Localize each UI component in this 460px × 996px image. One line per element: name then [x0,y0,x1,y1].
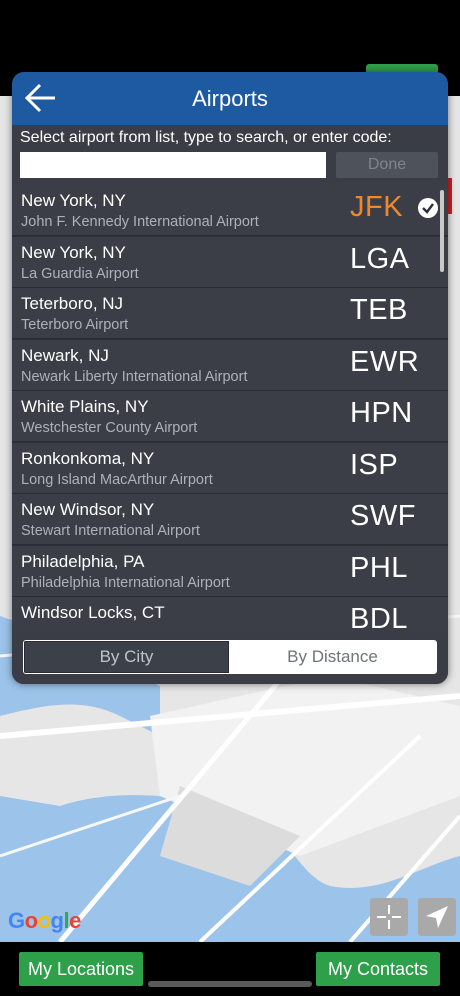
airport-name: Newark Liberty International Airport [21,368,248,385]
airport-row[interactable]: New York, NY John F. Kennedy Internationa… [12,185,448,236]
airport-code: PHL [350,551,408,584]
airport-row[interactable]: Newark, NJ Newark Liberty International A… [12,339,448,391]
airport-city: New Windsor, NY [21,500,155,519]
airport-row[interactable]: New York, NY La Guardia Airport LGA [12,236,448,288]
sort-segmented-control: By City By Distance [23,640,437,674]
airport-name: La Guardia Airport [21,265,139,282]
location-arrow-icon [426,906,448,928]
crosshair-icon [377,905,401,929]
my-location-button[interactable] [418,898,456,936]
airport-city: White Plains, NY [21,397,149,416]
airport-name: Long Island MacArthur Airport [21,471,213,488]
side-tab[interactable] [448,178,452,214]
airport-city: New York, NY [21,191,126,210]
airport-list[interactable]: New York, NY John F. Kennedy Internationa… [12,185,448,631]
airport-city: Ronkonkoma, NY [21,448,155,468]
airport-row[interactable]: Ronkonkoma, NY Long Island MacArthur Airp… [12,442,448,494]
airport-city: Philadelphia, PA [21,551,145,571]
airport-city: Windsor Locks, CT [21,603,165,622]
airport-code: BDL [350,603,408,631]
airport-search-input[interactable] [20,152,326,178]
airport-code: LGA [350,242,410,275]
airport-name: Philadelphia International Airport [21,574,230,591]
dialog-title: Airports [192,86,268,111]
airport-city: Newark, NJ [21,345,109,365]
back-button[interactable] [24,82,58,114]
airport-row[interactable]: Teterboro, NJ Teterboro Airport TEB [12,288,448,339]
list-scrollbar[interactable] [440,190,444,272]
airport-name: Teterboro Airport [21,317,129,333]
checkmark-icon [418,198,438,218]
airport-code: JFK [350,191,404,223]
my-contacts-button[interactable]: My Contacts [316,952,440,986]
crosshair-button[interactable] [370,898,408,936]
airport-row[interactable]: White Plains, NY Westchester County Airpo… [12,391,448,442]
sort-by-city-button[interactable]: By City [24,641,229,673]
airport-row[interactable]: Windsor Locks, CT BDL [12,597,448,631]
airport-code: ISP [350,448,399,481]
done-button[interactable]: Done [336,152,438,178]
back-arrow-icon [24,83,55,113]
airport-name: Westchester County Airport [21,420,198,436]
home-indicator [148,981,312,987]
google-logo: Google [8,908,81,933]
airport-name: Stewart International Airport [21,523,200,539]
airport-row[interactable]: Philadelphia, PA Philadelphia Internation… [12,545,448,597]
airport-city: New York, NY [21,242,126,262]
search-instruction: Select airport from list, type to search… [20,129,392,146]
airport-city: Teterboro, NJ [21,294,124,313]
airport-code: SWF [350,500,416,532]
airport-row[interactable]: New Windsor, NY Stewart International Air… [12,494,448,545]
airport-code: TEB [350,294,408,326]
airport-name: John F. Kennedy International Airport [21,214,259,230]
airports-dialog: Airports Select airport from list, type … [12,72,448,684]
airport-code: EWR [350,345,420,378]
my-locations-button[interactable]: My Locations [19,952,143,986]
sort-by-distance-button[interactable]: By Distance [229,641,436,673]
airport-code: HPN [350,397,413,429]
